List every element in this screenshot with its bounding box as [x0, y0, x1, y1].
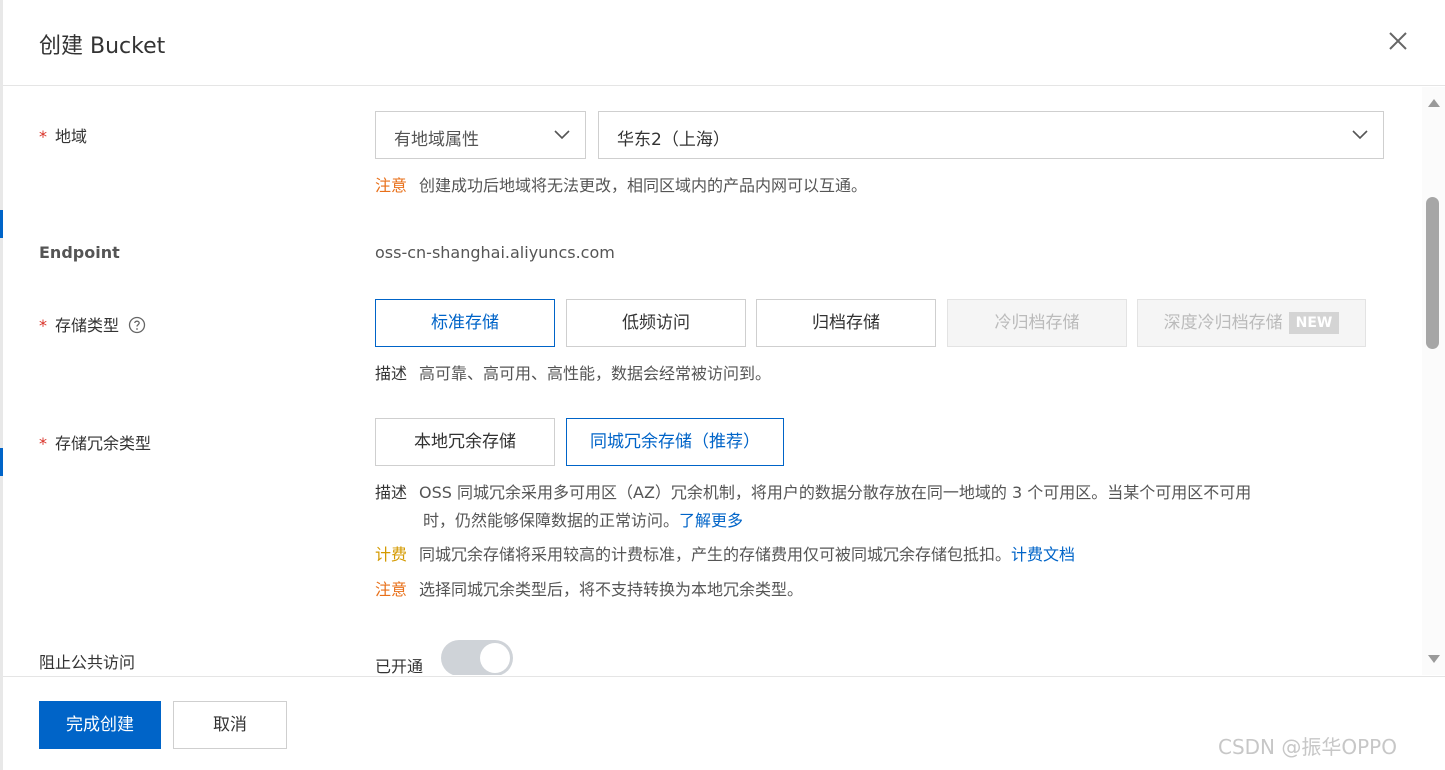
note-text: 创建成功后地域将无法更改，相同区域内的产品内网可以互通。: [419, 176, 868, 195]
description-text-line1: OSS 同城冗余采用多可用区（AZ）冗余机制，将用户的数据分散存放在同一地域的 …: [419, 483, 1252, 502]
region-attribute-select[interactable]: 有地域属性: [375, 111, 586, 159]
billing-text: 同城冗余存储将采用较高的计费标准，产生的存储费用仅可被同城冗余存储包抵扣。: [419, 545, 1012, 564]
cancel-button[interactable]: 取消: [173, 701, 287, 749]
region-select[interactable]: 华东2（上海）: [598, 111, 1384, 159]
billing-doc-link[interactable]: 计费文档: [1011, 545, 1075, 564]
chevron-down-icon: [554, 130, 570, 140]
block-public-access-status: 已开通: [375, 657, 424, 675]
notice-text: 选择同城冗余类型后，将不支持转换为本地冗余类型。: [419, 580, 804, 599]
scroll-down-arrow-icon[interactable]: [1428, 655, 1440, 663]
storage-class-cold-archive: 冷归档存储: [947, 299, 1127, 347]
description-tag: 描述: [375, 483, 408, 502]
region-attribute-value: 有地域属性: [394, 130, 479, 150]
redundancy-label: * 存储冗余类型: [39, 434, 152, 453]
required-mark: *: [39, 434, 47, 453]
region-value: 华东2（上海）: [617, 130, 730, 150]
toggle-knob: [480, 643, 510, 673]
storage-class-description: 描述 高可靠、高可用、高性能，数据会经常被访问到。: [375, 361, 771, 387]
billing-note: 计费 同城冗余存储将采用较高的计费标准，产生的存储费用仅可被同城冗余存储包抵扣。计…: [375, 542, 1075, 568]
learn-more-link[interactable]: 了解更多: [679, 511, 743, 530]
storage-class-archive[interactable]: 归档存储: [756, 299, 936, 347]
notice-tag: 注意: [375, 580, 408, 599]
dialog-header: 创建 Bucket: [3, 0, 1445, 86]
storage-class-deep-cold-archive: 深度冷归档存储 NEW: [1137, 299, 1366, 347]
dialog-body[interactable]: * 地域 有地域属性 华东2（上海） 注意 创建成功后地域将无法更改，相同区域内的产…: [3, 87, 1422, 675]
redundancy-zrs-option[interactable]: 同城冗余存储（推荐）: [566, 418, 784, 466]
dialog-title: 创建 Bucket: [39, 34, 166, 59]
endpoint-label: Endpoint: [39, 243, 120, 262]
block-public-access-toggle[interactable]: [441, 640, 513, 675]
new-badge: NEW: [1288, 312, 1340, 334]
storage-class-infrequent[interactable]: 低频访问: [566, 299, 746, 347]
close-icon[interactable]: [1387, 30, 1409, 52]
region-note: 注意 创建成功后地域将无法更改，相同区域内的产品内网可以互通。: [375, 173, 867, 199]
block-public-access-label: 阻止公共访问: [39, 653, 136, 672]
description-tag: 描述: [375, 364, 408, 383]
description-text: 高可靠、高可用、高性能，数据会经常被访问到。: [419, 364, 772, 383]
required-mark: *: [39, 316, 47, 335]
watermark: CSDN @振华OPPO: [1218, 735, 1397, 759]
region-label: * 地域: [39, 127, 88, 146]
storage-class-standard[interactable]: 标准存储: [375, 299, 555, 347]
scroll-up-arrow-icon[interactable]: [1428, 99, 1440, 107]
help-icon[interactable]: [128, 316, 146, 334]
billing-tag: 计费: [375, 545, 408, 564]
dialog-scrollbar[interactable]: [1422, 87, 1445, 675]
redundancy-notice: 注意 选择同城冗余类型后，将不支持转换为本地冗余类型。: [375, 577, 803, 603]
note-tag: 注意: [375, 176, 408, 195]
endpoint-value: oss-cn-shanghai.aliyuncs.com: [375, 243, 615, 262]
redundancy-lrs-option[interactable]: 本地冗余存储: [375, 418, 555, 466]
required-mark: *: [39, 127, 47, 146]
chevron-down-icon: [1352, 130, 1368, 140]
storage-class-label: * 存储类型: [39, 312, 146, 336]
scrollbar-thumb[interactable]: [1426, 197, 1439, 349]
redundancy-description: 描述 OSS 同城冗余采用多可用区（AZ）冗余机制，将用户的数据分散存放在同一地域…: [375, 480, 1251, 506]
create-button[interactable]: 完成创建: [39, 701, 161, 749]
redundancy-description-line2: 时，仍然能够保障数据的正常访问。了解更多: [423, 511, 744, 530]
